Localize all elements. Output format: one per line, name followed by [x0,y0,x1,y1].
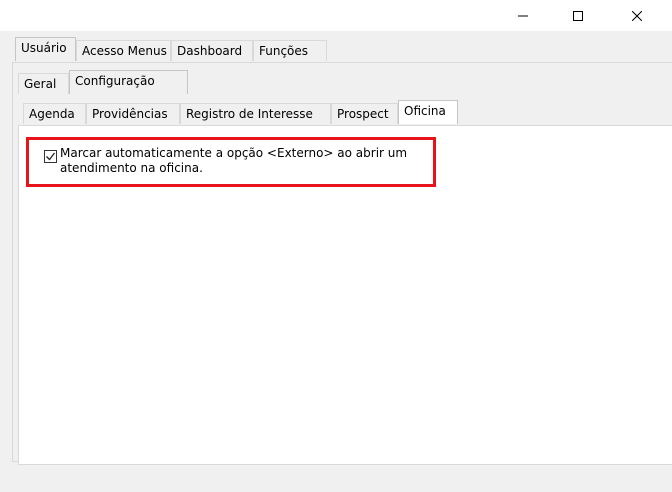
checkmark-icon [46,152,56,161]
main-tab-strip: Usuário Acesso Menus Dashboard Funções [15,37,335,62]
tab-label: Agenda [29,107,75,121]
close-button[interactable] [614,0,660,31]
tab-label: Usuário [21,41,67,55]
minimize-icon [518,15,528,16]
tab-label: Geral [24,77,57,91]
minimize-button[interactable] [500,0,546,31]
tab-providencias[interactable]: Providências [86,103,180,124]
title-bar [0,0,672,31]
tab-label: Acesso Menus [82,44,167,58]
tab-acesso-menus[interactable]: Acesso Menus [76,40,171,61]
tab-geral[interactable]: Geral [18,73,69,94]
tab-funcoes[interactable]: Funções [253,40,327,61]
externo-checkbox-label[interactable]: Marcar automaticamente a opção <Externo>… [60,146,407,176]
maximize-button[interactable] [555,0,601,31]
tab-label: Prospect [337,107,389,121]
label-line-2: atendimento na oficina. [60,161,203,175]
tab-label: Oficina [404,104,446,118]
tab-dashboard[interactable]: Dashboard [171,40,253,61]
tab-label: Registro de Interesse [186,107,313,121]
tab-oficina[interactable]: Oficina [398,100,458,124]
tab-agenda[interactable]: Agenda [23,103,86,124]
tab-label: Providências [92,107,168,121]
externo-checkbox[interactable] [44,150,57,163]
close-icon [632,10,642,21]
tab-label: Funções [259,44,309,58]
tab-label: Configuração [75,74,155,88]
tab-label: Dashboard [177,44,243,58]
sub-tab-strip: Geral Configuração [18,70,188,95]
config-tab-strip: Agenda Providências Registro de Interess… [23,100,463,125]
label-line-1: Marcar automaticamente a opção <Externo>… [60,146,408,160]
tab-configuracao[interactable]: Configuração [69,70,188,94]
maximize-icon [573,10,583,21]
tab-prospect[interactable]: Prospect [331,103,398,124]
tab-registro-de-interesse[interactable]: Registro de Interesse [180,103,331,124]
tab-usuario[interactable]: Usuário [15,37,76,61]
externo-option: Marcar automaticamente a opção <Externo>… [44,146,424,176]
